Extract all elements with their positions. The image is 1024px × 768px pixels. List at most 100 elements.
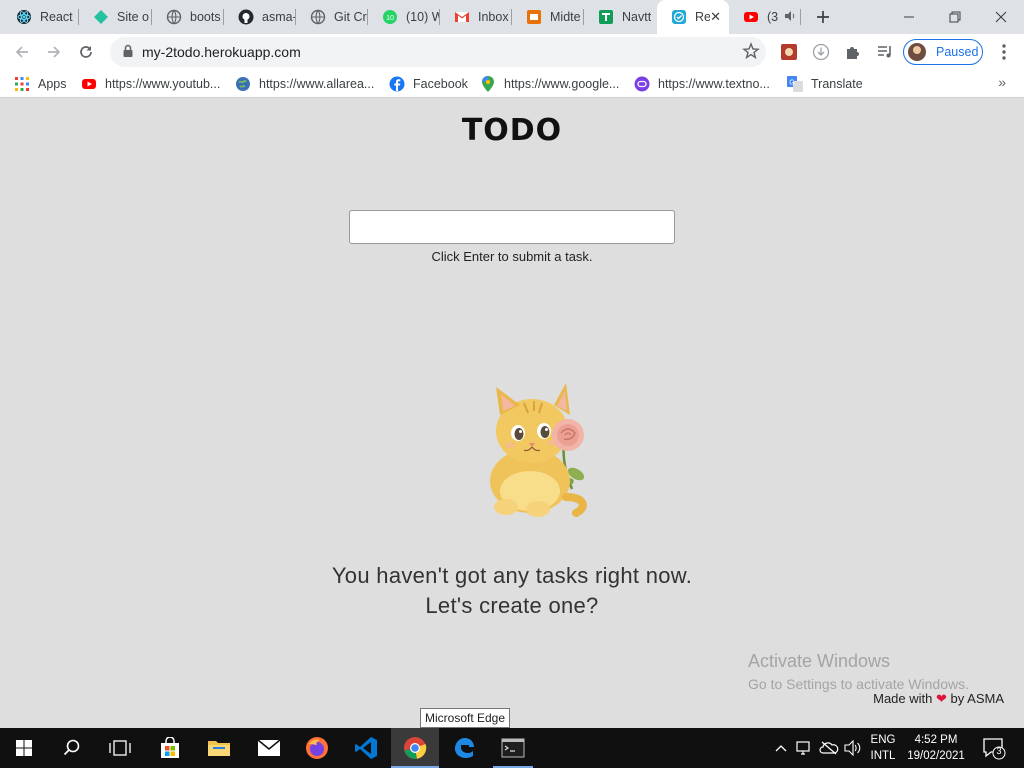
bookmark-youtube[interactable]: https://www.youtub... <box>81 75 220 93</box>
bookmark-facebook[interactable]: Facebook <box>389 75 468 93</box>
todo-app-page: TODO Click Enter to submit a task. You h… <box>0 99 1024 728</box>
tab-5[interactable]: 10 (10) W <box>368 0 440 34</box>
bookmark-textnow[interactable]: https://www.textno... <box>634 75 770 93</box>
volume-icon[interactable] <box>843 728 863 768</box>
bookmark-label: https://www.textno... <box>658 77 770 91</box>
bookmark-allarea[interactable]: https://www.allarea... <box>235 75 374 93</box>
globe-icon <box>166 9 182 25</box>
mail-icon[interactable] <box>245 728 293 768</box>
todo-check-icon <box>671 9 687 25</box>
gmail-icon <box>454 9 470 25</box>
browser-toolbar: my-2todo.herokuapp.com Paused <box>0 34 1024 70</box>
media-control-icon[interactable] <box>874 41 896 63</box>
slides-icon <box>526 9 542 25</box>
onedrive-offline-icon[interactable] <box>818 728 840 768</box>
youtube-icon <box>743 9 759 25</box>
bookmark-apps[interactable]: Apps <box>14 75 67 93</box>
language-indicator[interactable]: ENG INTL <box>866 732 900 764</box>
bookmark-label: https://www.youtub... <box>105 77 221 91</box>
tab-2[interactable]: boots <box>152 0 224 34</box>
tab-label: asma- <box>262 10 296 24</box>
tab-label: Midte <box>550 10 581 24</box>
notification-center-button[interactable]: 3 <box>982 736 1006 760</box>
tab-3[interactable]: asma- <box>224 0 296 34</box>
bookmark-translate[interactable]: G Translate <box>787 75 863 93</box>
bookmarks-bar: Apps https://www.youtub... https://www.a… <box>0 70 1024 98</box>
profile-button[interactable]: Paused <box>903 39 983 65</box>
new-tab-button[interactable] <box>808 0 838 34</box>
maps-icon <box>480 76 496 92</box>
start-button[interactable] <box>0 728 48 768</box>
firefox-icon[interactable] <box>293 728 341 768</box>
clock-date: 19/02/2021 <box>907 750 965 762</box>
textnow-icon <box>634 76 650 92</box>
windows-taskbar: ENG INTL 4:52 PM 19/02/2021 3 <box>0 728 1024 768</box>
address-bar[interactable]: my-2todo.herokuapp.com <box>110 37 766 67</box>
profile-status: Paused <box>936 45 979 59</box>
close-tab-icon[interactable]: ✕ <box>710 9 721 25</box>
empty-state-message: You haven't got any tasks right now. Let… <box>0 561 1024 621</box>
file-explorer-icon[interactable] <box>195 728 243 768</box>
minimize-button[interactable] <box>894 0 924 34</box>
bookmark-label: https://www.google... <box>504 77 620 91</box>
bookmark-label: Facebook <box>413 77 468 91</box>
tab-label: boots <box>190 10 221 24</box>
reload-button[interactable] <box>72 38 100 66</box>
bookmark-google-maps[interactable]: https://www.google... <box>480 75 619 93</box>
tab-label: React <box>40 10 73 24</box>
bookmark-label: https://www.allarea... <box>259 77 375 91</box>
download-extension-icon[interactable] <box>810 41 832 63</box>
vscode-icon[interactable] <box>342 728 390 768</box>
apps-grid-icon <box>14 76 30 92</box>
activate-windows-subtitle: Go to Settings to activate Windows. <box>748 676 969 692</box>
github-icon <box>238 9 254 25</box>
tab-8[interactable]: Navtt <box>584 0 656 34</box>
tab-0[interactable]: React <box>2 0 79 34</box>
tab-1[interactable]: Site o <box>79 0 152 34</box>
system-clock[interactable]: 4:52 PM 19/02/2021 <box>904 732 968 764</box>
search-icon[interactable] <box>48 728 96 768</box>
tab-6[interactable]: Inbox <box>440 0 512 34</box>
tab-label: (10) W <box>406 10 440 24</box>
heart-icon: ❤ <box>936 691 947 706</box>
tab-10[interactable]: (3 <box>729 0 801 34</box>
lock-icon <box>122 44 134 63</box>
chrome-icon[interactable] <box>391 728 439 768</box>
tab-label: Git Cr <box>334 10 367 24</box>
youtube-icon <box>81 76 97 92</box>
notification-count: 3 <box>996 746 1002 756</box>
tab-7[interactable]: Midte <box>512 0 584 34</box>
footer-credit: Made with ❤ by ASMA <box>873 691 1004 707</box>
empty-state-line-1: You haven't got any tasks right now. <box>331 563 693 588</box>
tab-4[interactable]: Git Cr <box>296 0 368 34</box>
terminal-icon[interactable] <box>489 728 537 768</box>
extension-game-icon[interactable] <box>778 41 800 63</box>
react-icon <box>16 9 32 25</box>
tab-9[interactable]: Re ✕ <box>657 0 729 34</box>
back-button[interactable] <box>8 38 36 66</box>
edge-icon[interactable] <box>440 728 488 768</box>
store-icon[interactable] <box>146 728 194 768</box>
task-view-icon[interactable] <box>96 728 144 768</box>
svg-text:G: G <box>789 80 794 87</box>
extensions-puzzle-icon[interactable] <box>842 41 864 63</box>
footer-prefix: Made with <box>873 691 933 706</box>
menu-kebab-icon[interactable] <box>993 41 1015 63</box>
clock-time: 4:52 PM <box>914 734 958 746</box>
network-icon[interactable] <box>794 728 814 768</box>
whatsapp-icon: 10 <box>382 9 398 25</box>
empty-state-line-2: Let's create one? <box>425 593 599 618</box>
forward-button[interactable] <box>40 38 68 66</box>
keyboard-layout: INTL <box>870 750 896 762</box>
globe-icon <box>235 76 251 92</box>
restore-button[interactable] <box>940 0 970 34</box>
speaker-icon[interactable] <box>784 10 796 25</box>
tray-chevron-up-icon[interactable] <box>772 728 790 768</box>
more-bookmarks-icon[interactable]: » <box>998 74 1006 90</box>
task-input[interactable] <box>349 210 675 244</box>
sheets-icon <box>598 9 614 25</box>
close-window-button[interactable] <box>986 0 1016 34</box>
bookmark-star-icon[interactable] <box>742 42 760 65</box>
facebook-icon <box>389 76 405 92</box>
diamond-icon <box>93 9 109 25</box>
